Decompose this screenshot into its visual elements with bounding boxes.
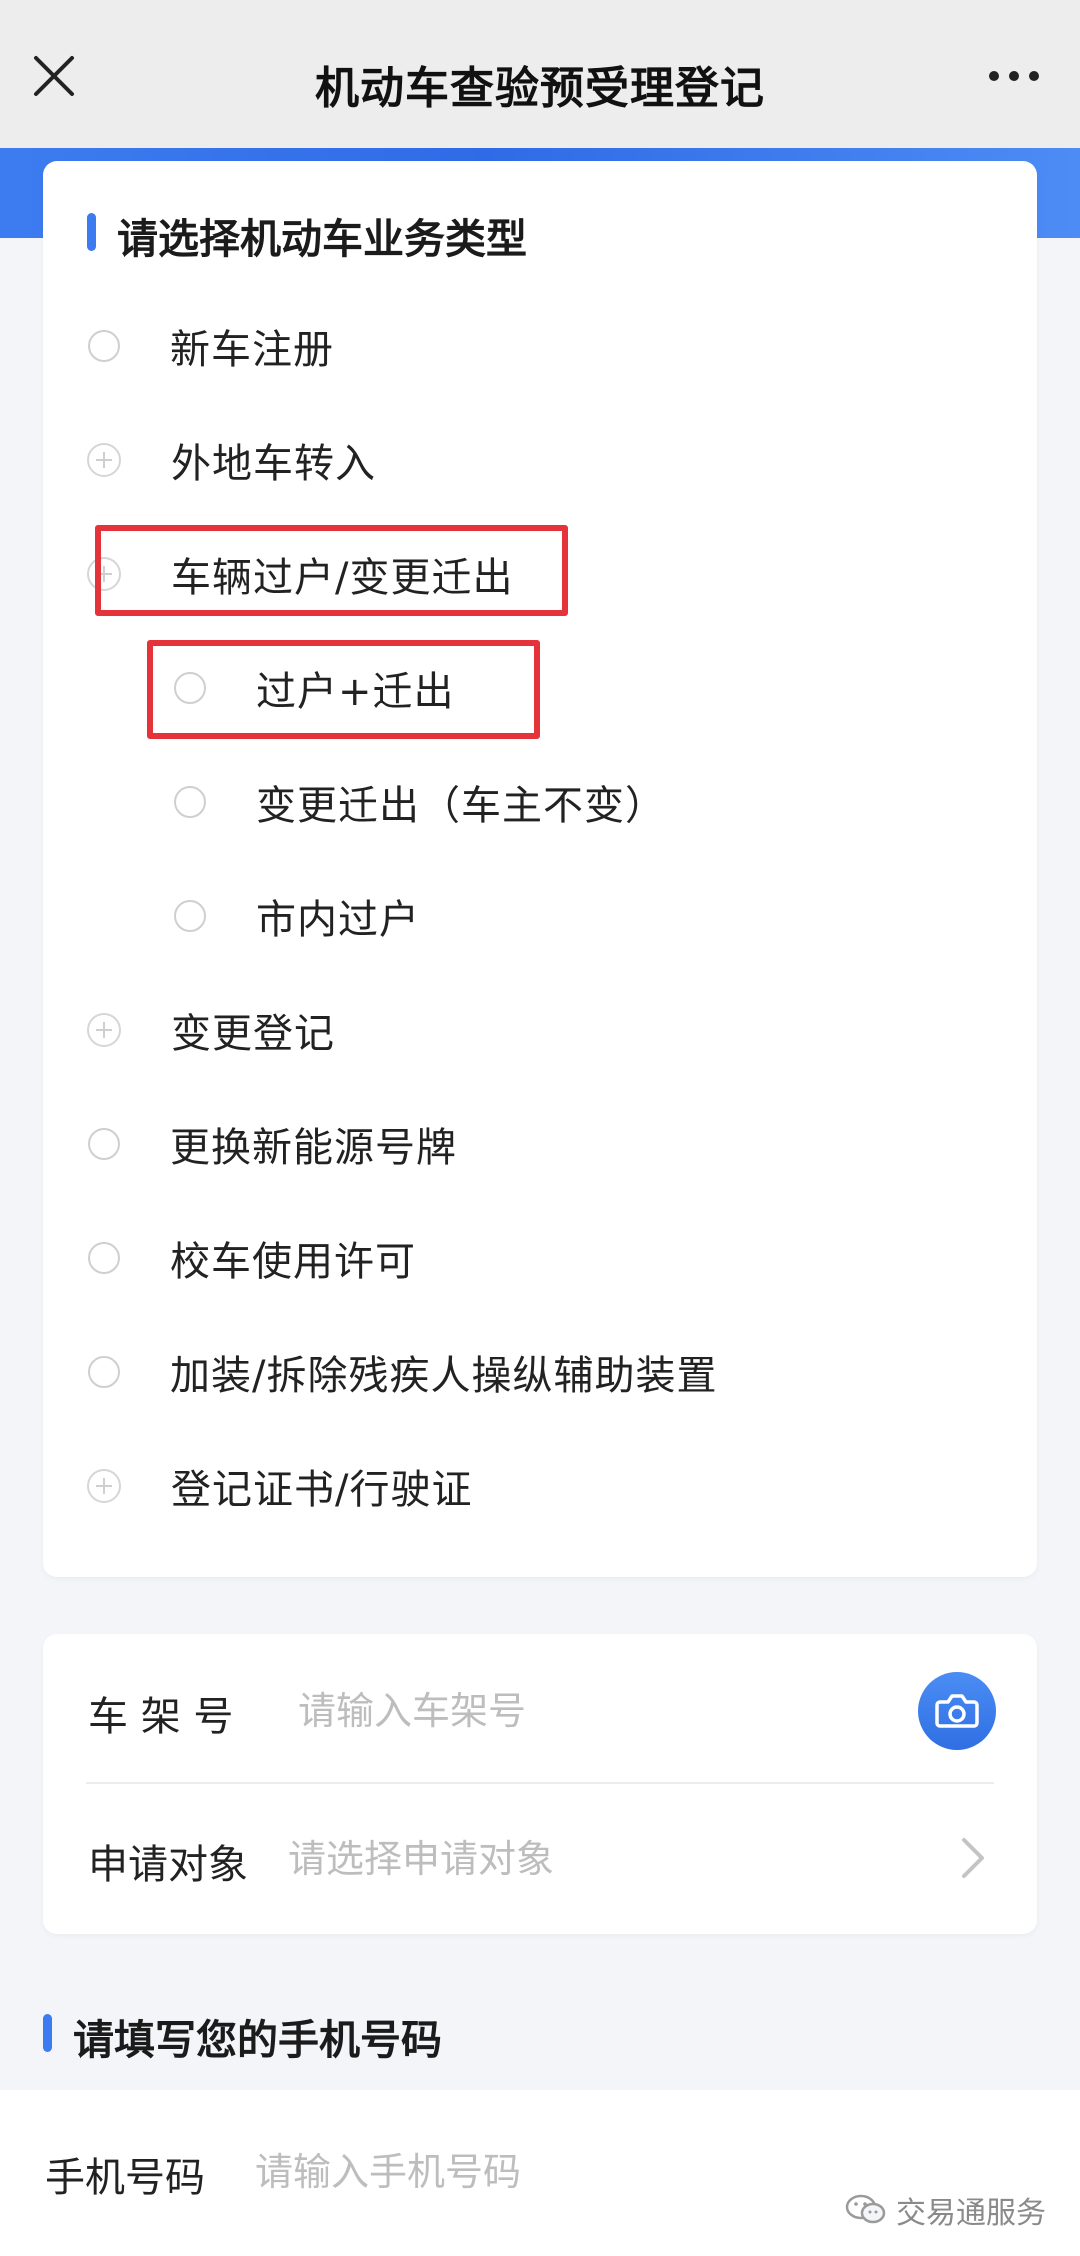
option-label: 加装/拆除残疾人操纵辅助装置 bbox=[170, 1353, 718, 1399]
section-accent-bar bbox=[87, 213, 96, 251]
section-title: 请选择机动车业务类型 bbox=[117, 215, 527, 263]
watermark: 交易通服务 bbox=[844, 2188, 1046, 2232]
more-options-icon[interactable] bbox=[988, 66, 1040, 86]
radio-icon[interactable] bbox=[88, 330, 120, 362]
page-title: 机动车查验预受理登记 bbox=[315, 63, 765, 114]
section-accent-bar bbox=[43, 2014, 52, 2052]
option-label: 校车使用许可 bbox=[170, 1239, 416, 1285]
expand-plus-icon[interactable] bbox=[87, 443, 121, 477]
option-label: 市内过户 bbox=[256, 897, 420, 943]
nav-bar: 机动车查验预受理登记 bbox=[0, 0, 1080, 148]
business-type-card: 请选择机动车业务类型 新车注册 外地车转入 车辆过户/变更迁出 过户+迁出 变更… bbox=[43, 161, 1037, 1577]
option-label: 登记证书/行驶证 bbox=[171, 1467, 473, 1513]
radio-icon[interactable] bbox=[88, 1356, 120, 1388]
phone-input[interactable] bbox=[255, 2147, 815, 2197]
option-certificate-license[interactable]: 登记证书/行驶证 bbox=[87, 1451, 472, 1521]
radio-icon[interactable] bbox=[88, 1128, 120, 1160]
option-school-bus-permit[interactable]: 校车使用许可 bbox=[88, 1223, 416, 1293]
camera-icon bbox=[935, 1694, 979, 1728]
phone-section-title: 请填写您的手机号码 bbox=[73, 2016, 442, 2064]
option-change-move-out-same-owner[interactable]: 变更迁出（车主不变） bbox=[174, 767, 666, 837]
highlight-box bbox=[95, 525, 568, 616]
expand-plus-icon[interactable] bbox=[87, 1013, 121, 1047]
phone-label: 手机号码 bbox=[45, 2155, 205, 2201]
vehicle-info-card: 车 架 号 申请对象 bbox=[43, 1634, 1037, 1934]
wechat-icon bbox=[845, 2194, 886, 2224]
vin-label: 车 架 号 bbox=[88, 1694, 234, 1740]
vin-input[interactable] bbox=[298, 1686, 898, 1736]
option-label: 变更登记 bbox=[171, 1011, 335, 1057]
option-new-car-registration[interactable]: 新车注册 bbox=[88, 311, 334, 381]
scan-camera-button[interactable] bbox=[918, 1672, 996, 1750]
option-disability-device[interactable]: 加装/拆除残疾人操纵辅助装置 bbox=[88, 1337, 717, 1407]
applicant-select[interactable] bbox=[288, 1834, 908, 1884]
radio-icon[interactable] bbox=[88, 1242, 120, 1274]
option-label: 更换新能源号牌 bbox=[170, 1125, 457, 1171]
option-label: 外地车转入 bbox=[171, 441, 376, 487]
option-out-of-town-transfer-in[interactable]: 外地车转入 bbox=[87, 425, 376, 495]
option-label: 变更迁出（车主不变） bbox=[256, 783, 666, 829]
field-divider bbox=[86, 1782, 994, 1784]
watermark-text: 交易通服务 bbox=[896, 2196, 1046, 2231]
radio-icon[interactable] bbox=[174, 786, 206, 818]
radio-icon[interactable] bbox=[174, 900, 206, 932]
option-label: 新车注册 bbox=[170, 327, 334, 373]
highlight-box bbox=[147, 640, 540, 739]
option-new-energy-plate[interactable]: 更换新能源号牌 bbox=[88, 1109, 457, 1179]
applicant-label: 申请对象 bbox=[88, 1842, 248, 1888]
expand-plus-icon[interactable] bbox=[87, 1469, 121, 1503]
chevron-right-icon[interactable] bbox=[958, 1834, 988, 1882]
option-local-transfer[interactable]: 市内过户 bbox=[174, 881, 420, 951]
option-change-registration[interactable]: 变更登记 bbox=[87, 995, 335, 1065]
